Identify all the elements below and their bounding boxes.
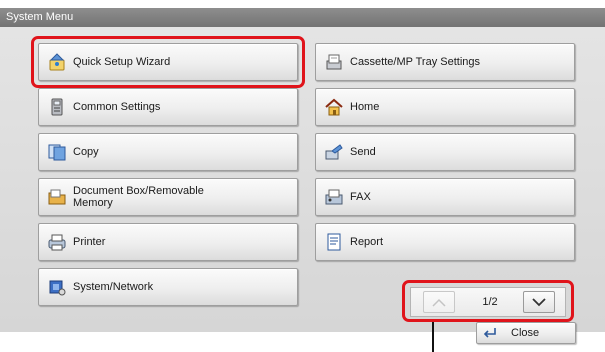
copy-label: Copy xyxy=(73,146,99,158)
printer-label: Printer xyxy=(73,236,106,248)
fax-icon xyxy=(325,189,343,205)
document-box-button[interactable]: Document Box/Removable Memory xyxy=(38,178,298,216)
printer-button[interactable]: Printer xyxy=(38,223,298,261)
window-title: System Menu xyxy=(0,8,605,27)
home-label: Home xyxy=(350,101,380,113)
common-settings-label: Common Settings xyxy=(73,101,161,113)
report-icon xyxy=(327,233,341,251)
home-icon xyxy=(325,98,343,116)
printer-icon xyxy=(48,234,66,251)
system-network-label: System/Network xyxy=(73,281,154,293)
callout-leader-line xyxy=(432,322,434,352)
copy-button[interactable]: Copy xyxy=(38,133,298,171)
quick-setup-highlight xyxy=(31,36,305,88)
common-settings-button[interactable]: Common Settings xyxy=(38,88,298,126)
system-network-icon xyxy=(49,280,66,296)
cassette-mp-tray-settings-button[interactable]: Cassette/MP Tray Settings xyxy=(315,43,575,81)
fax-button[interactable]: FAX xyxy=(315,178,575,216)
pager-highlight xyxy=(402,280,574,322)
send-button[interactable]: Send xyxy=(315,133,575,171)
fax-label: FAX xyxy=(350,191,371,203)
system-network-button[interactable]: System/Network xyxy=(38,268,298,306)
close-label: Close xyxy=(511,327,540,339)
document-box-label: Document Box/Removable Memory xyxy=(73,185,204,209)
cassette-mp-tray-settings-label: Cassette/MP Tray Settings xyxy=(350,56,481,68)
report-button[interactable]: Report xyxy=(315,223,575,261)
close-button[interactable]: Close xyxy=(476,322,576,344)
return-arrow-icon xyxy=(483,328,496,338)
home-button[interactable]: Home xyxy=(315,88,575,126)
copy-icon xyxy=(48,144,66,161)
send-label: Send xyxy=(350,146,376,158)
device-settings-icon xyxy=(51,98,63,116)
document-box-icon xyxy=(48,189,66,205)
send-icon xyxy=(325,144,343,160)
report-label: Report xyxy=(350,236,384,248)
paper-tray-icon xyxy=(326,54,342,70)
